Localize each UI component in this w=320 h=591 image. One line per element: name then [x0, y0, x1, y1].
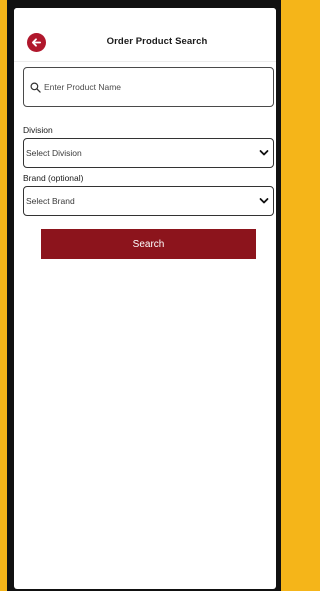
division-select-value: Select Division — [26, 148, 82, 158]
chevron-down-icon — [259, 150, 269, 156]
page-title: Order Product Search — [106, 36, 208, 47]
brand-select-value: Select Brand — [26, 196, 75, 206]
search-button[interactable]: Search — [41, 229, 256, 259]
division-label: Division — [23, 125, 53, 135]
device-frame: Order Product Search Division Select Div… — [7, 0, 281, 591]
brand-label: Brand (optional) — [23, 173, 84, 183]
brand-select[interactable]: Select Brand — [23, 186, 274, 216]
product-search-field[interactable] — [23, 67, 274, 107]
chevron-down-icon — [259, 198, 269, 204]
product-search-input[interactable] — [44, 82, 254, 92]
division-select[interactable]: Select Division — [23, 138, 274, 168]
app-screen: Order Product Search Division Select Div… — [14, 8, 276, 589]
header-bar: Order Product Search — [14, 8, 276, 62]
search-icon — [30, 82, 41, 93]
